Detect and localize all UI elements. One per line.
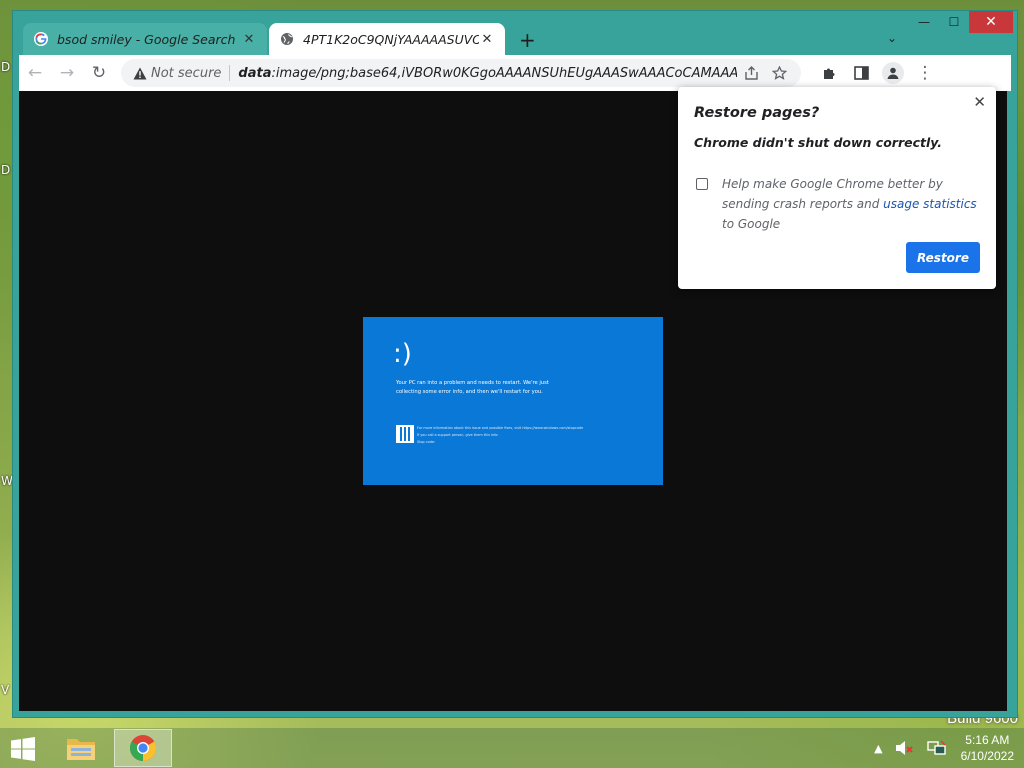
not-secure-label[interactable]: Not secure	[151, 66, 221, 81]
dialog-title: Restore pages?	[694, 105, 820, 121]
tray-chevron-icon[interactable]: ▲	[874, 742, 882, 755]
bsod-info: For more information about this issue an…	[417, 425, 583, 446]
restore-button[interactable]: Restore	[906, 242, 980, 273]
extensions-puzzle-icon[interactable]	[813, 57, 845, 89]
toolbar-right: ⋮	[813, 57, 941, 89]
chrome-taskbar-button[interactable]	[114, 729, 172, 767]
forward-button[interactable]: →	[51, 57, 83, 89]
tab-google-search[interactable]: bsod smiley - Google Search ✕	[23, 23, 267, 55]
tab-close-icon[interactable]: ✕	[241, 32, 257, 47]
tab-close-icon[interactable]: ✕	[479, 32, 495, 47]
reload-button[interactable]: ↻	[83, 57, 115, 89]
bsod-smiley: :)	[393, 339, 412, 369]
address-bar[interactable]: Not secure data:image/png;base64,iVBORw0…	[121, 59, 801, 87]
new-tab-button[interactable]: +	[519, 28, 536, 52]
clock[interactable]: 5:16 AM 6/10/2022	[961, 732, 1014, 764]
bsod-image: :) Your PC ran into a problem and needs …	[363, 317, 663, 485]
google-g-icon	[33, 31, 49, 47]
bsod-message: Your PC ran into a problem and needs to …	[396, 380, 549, 395]
omnibox-separator	[229, 65, 231, 81]
toolbar: ← → ↻ Not secure data:image/png;base64,i…	[19, 55, 1011, 91]
clock-date: 6/10/2022	[960, 749, 1014, 763]
globe-icon	[279, 31, 295, 47]
network-icon[interactable]	[926, 740, 947, 756]
tab-search-chevron-icon[interactable]: ⌄	[887, 31, 897, 45]
menu-kebab-icon[interactable]: ⋮	[909, 57, 941, 89]
system-tray: ▲ 5:16 AM 6/10/2022	[868, 728, 1024, 768]
url-text[interactable]: data:image/png;base64,iVBORw0KGgoAAAANSU…	[238, 66, 737, 81]
tab-data-image[interactable]: 4PT1K2oC9QNjYAAAAASUVORK5CYII= ✕	[269, 23, 505, 55]
warning-triangle-icon[interactable]	[129, 67, 151, 80]
volume-muted-icon[interactable]	[895, 740, 915, 756]
desktop-icon-label-fragment[interactable]: V	[1, 683, 9, 697]
url-rest: :image/png;base64,iVBORw0KGgoAAAANSUhEUg…	[271, 65, 738, 81]
bsod-info-line: If you call a support person, give them …	[417, 433, 499, 438]
tab-strip: bsod smiley - Google Search ✕ 4PT1K2oC9Q…	[19, 23, 1017, 55]
share-icon[interactable]	[737, 65, 765, 81]
folder-icon	[67, 739, 95, 760]
chrome-logo-icon	[129, 735, 157, 762]
start-windows-icon[interactable]	[8, 736, 38, 762]
bookmark-star-icon[interactable]	[765, 65, 793, 81]
url-scheme: data	[238, 65, 272, 81]
restore-pages-dialog: ✕ Restore pages? Chrome didn't shut down…	[678, 87, 996, 289]
profile-button[interactable]	[877, 57, 909, 89]
clock-time: 5:16 AM	[965, 733, 1010, 747]
bsod-info-line: Stop code:	[417, 440, 436, 445]
tab-title: 4PT1K2oC9QNjYAAAAASUVORK5CYII=	[303, 31, 479, 47]
back-button[interactable]: ←	[19, 57, 51, 89]
tab-title: bsod smiley - Google Search	[57, 31, 236, 47]
avatar	[882, 62, 904, 84]
file-explorer-taskbar-button[interactable]	[52, 729, 110, 767]
bsod-info-line: For more information about this issue an…	[417, 426, 584, 430]
help-text-end: to Google	[722, 217, 781, 231]
crash-report-checkbox[interactable]	[696, 178, 708, 190]
crash-report-label: Help make Google Chrome better by sendin…	[722, 174, 984, 234]
taskbar: ▲ 5:16 AM 6/10/2022	[0, 728, 1024, 768]
desktop-icon-label-fragment[interactable]: D	[1, 60, 10, 74]
close-dialog-icon[interactable]: ✕	[973, 93, 986, 111]
usage-statistics-link[interactable]: usage statistics	[883, 197, 977, 211]
qr-code-icon	[396, 425, 414, 443]
side-panel-icon[interactable]	[845, 57, 877, 89]
dialog-subtitle: Chrome didn't shut down correctly.	[694, 135, 943, 150]
desktop-icon-label-fragment[interactable]: D	[1, 163, 10, 177]
